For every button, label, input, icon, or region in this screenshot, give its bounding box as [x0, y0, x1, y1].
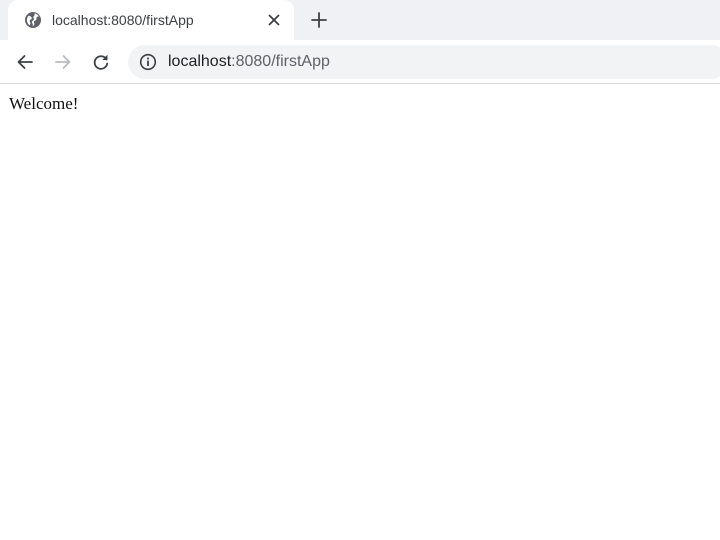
browser-window: localhost:8080/firstApp localhost:8080/f… [0, 0, 720, 540]
plus-icon[interactable] [309, 10, 329, 30]
info-icon[interactable] [139, 53, 157, 71]
globe-icon [25, 12, 41, 28]
back-arrow-icon[interactable] [15, 52, 35, 72]
reload-icon[interactable] [91, 52, 111, 72]
tab-title: localhost:8080/firstApp [52, 12, 194, 28]
url-host: localhost [168, 53, 232, 70]
url-text[interactable]: localhost:8080/firstApp [168, 53, 330, 71]
tab-active[interactable]: localhost:8080/firstApp [8, 0, 294, 41]
close-icon[interactable] [266, 12, 282, 28]
welcome-text: Welcome! [9, 94, 79, 113]
address-bar[interactable]: localhost:8080/firstApp [128, 45, 720, 79]
page-content: Welcome! [0, 85, 720, 540]
tab-strip: localhost:8080/firstApp [0, 0, 720, 41]
browser-toolbar: localhost:8080/firstApp [0, 40, 720, 84]
url-path: :8080/firstApp [231, 53, 330, 70]
forward-arrow-icon[interactable] [53, 52, 73, 72]
